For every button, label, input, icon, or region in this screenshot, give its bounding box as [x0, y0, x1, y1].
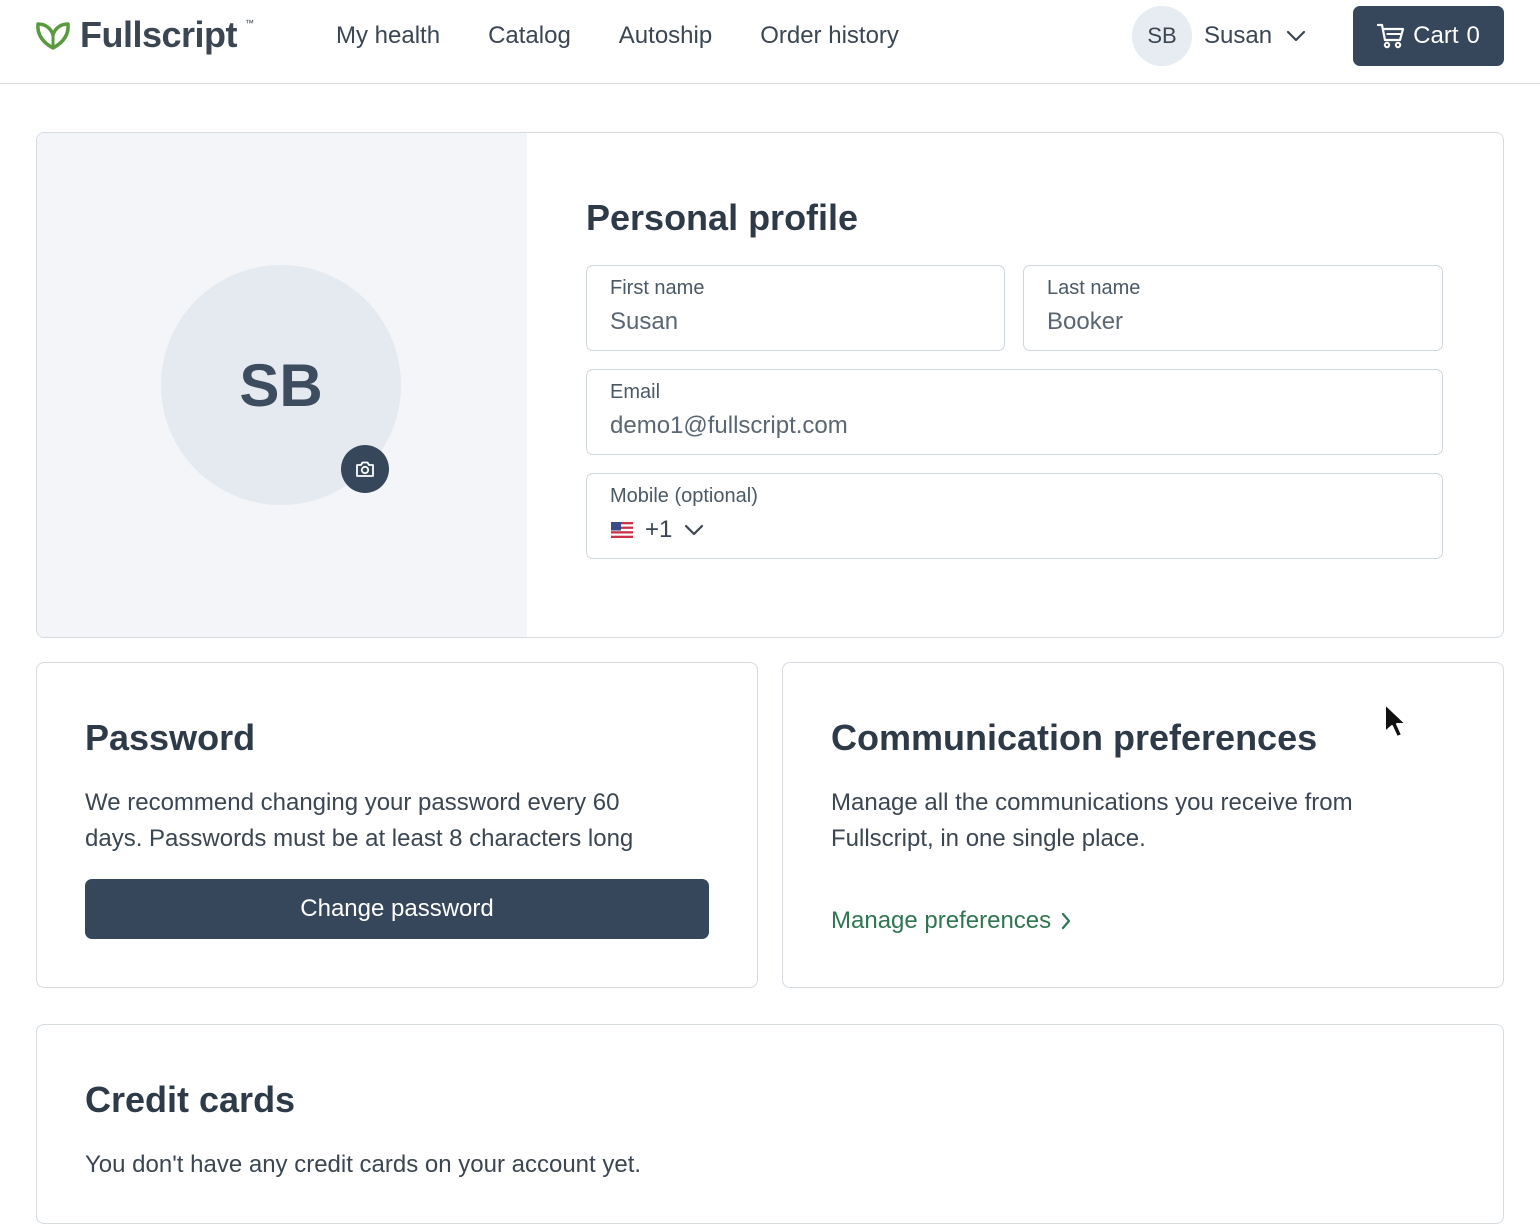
first-name-label: First name [610, 277, 705, 299]
fullscript-logo[interactable]: Fullscript ™ [34, 14, 254, 56]
main-nav: My health Catalog Autoship Order history [336, 0, 899, 72]
nav-autoship[interactable]: Autoship [619, 22, 712, 50]
nav-my-health[interactable]: My health [336, 22, 440, 50]
user-menu[interactable]: SB Susan [1132, 6, 1306, 66]
country-code-selector[interactable]: +1 [611, 516, 704, 544]
change-photo-button[interactable] [341, 445, 389, 493]
cart-label: Cart [1413, 22, 1459, 49]
credit-cards-card: Credit cards You don't have any credit c… [36, 1024, 1504, 1224]
last-name-field: Last name [1023, 265, 1443, 351]
communication-description-line2: Fullscript, in one single place. [831, 825, 1146, 852]
change-password-button[interactable]: Change password [85, 879, 709, 939]
personal-profile-card: SB Personal profile First name Last name… [36, 132, 1504, 638]
user-name: Susan [1204, 22, 1273, 49]
camera-icon [356, 461, 374, 477]
credit-cards-title: Credit cards [85, 1079, 296, 1120]
password-card: Password We recommend changing your pass… [36, 662, 758, 988]
password-description-line1: We recommend changing your password ever… [85, 789, 620, 816]
last-name-label: Last name [1047, 277, 1141, 299]
logo-trademark: ™ [245, 18, 255, 28]
nav-catalog[interactable]: Catalog [488, 22, 571, 50]
last-name-input[interactable] [1047, 308, 1419, 336]
mobile-field[interactable]: Mobile (optional) +1 [586, 473, 1443, 559]
manage-preferences-label: Manage preferences [831, 907, 1052, 934]
email-label: Email [610, 381, 661, 403]
us-flag-icon [611, 522, 633, 538]
leaf-logo-icon [36, 22, 70, 50]
page-title: Personal profile [586, 197, 859, 238]
avatar-panel: SB [37, 133, 527, 637]
chevron-down-icon [1286, 30, 1306, 42]
mouse-cursor-icon [1384, 703, 1407, 738]
nav-order-history[interactable]: Order history [760, 22, 899, 50]
chevron-right-icon [1062, 912, 1071, 930]
cart-button[interactable]: Cart 0 [1353, 6, 1504, 66]
password-description-line2: days. Passwords must be at least 8 chara… [85, 825, 634, 852]
cart-icon [1377, 23, 1405, 49]
credit-cards-empty-text: You don't have any credit cards on your … [85, 1151, 642, 1178]
manage-preferences-link[interactable]: Manage preferences [831, 907, 1071, 935]
cart-count: 0 [1466, 22, 1480, 49]
first-name-input[interactable] [610, 308, 981, 336]
email-input[interactable] [610, 412, 1419, 440]
dial-code: +1 [645, 516, 673, 543]
password-title: Password [85, 717, 256, 758]
chevron-down-icon [685, 524, 704, 536]
logo-wordmark: Fullscript [80, 14, 238, 55]
communication-description-line1: Manage all the communications you receiv… [831, 789, 1353, 816]
first-name-field: First name [586, 265, 1005, 351]
mobile-label: Mobile (optional) [610, 485, 758, 507]
email-field: Email [586, 369, 1443, 455]
top-navigation-bar: Fullscript ™ My health Catalog Autoship … [0, 0, 1540, 84]
user-avatar: SB [1132, 6, 1192, 66]
communication-title: Communication preferences [831, 717, 1318, 758]
